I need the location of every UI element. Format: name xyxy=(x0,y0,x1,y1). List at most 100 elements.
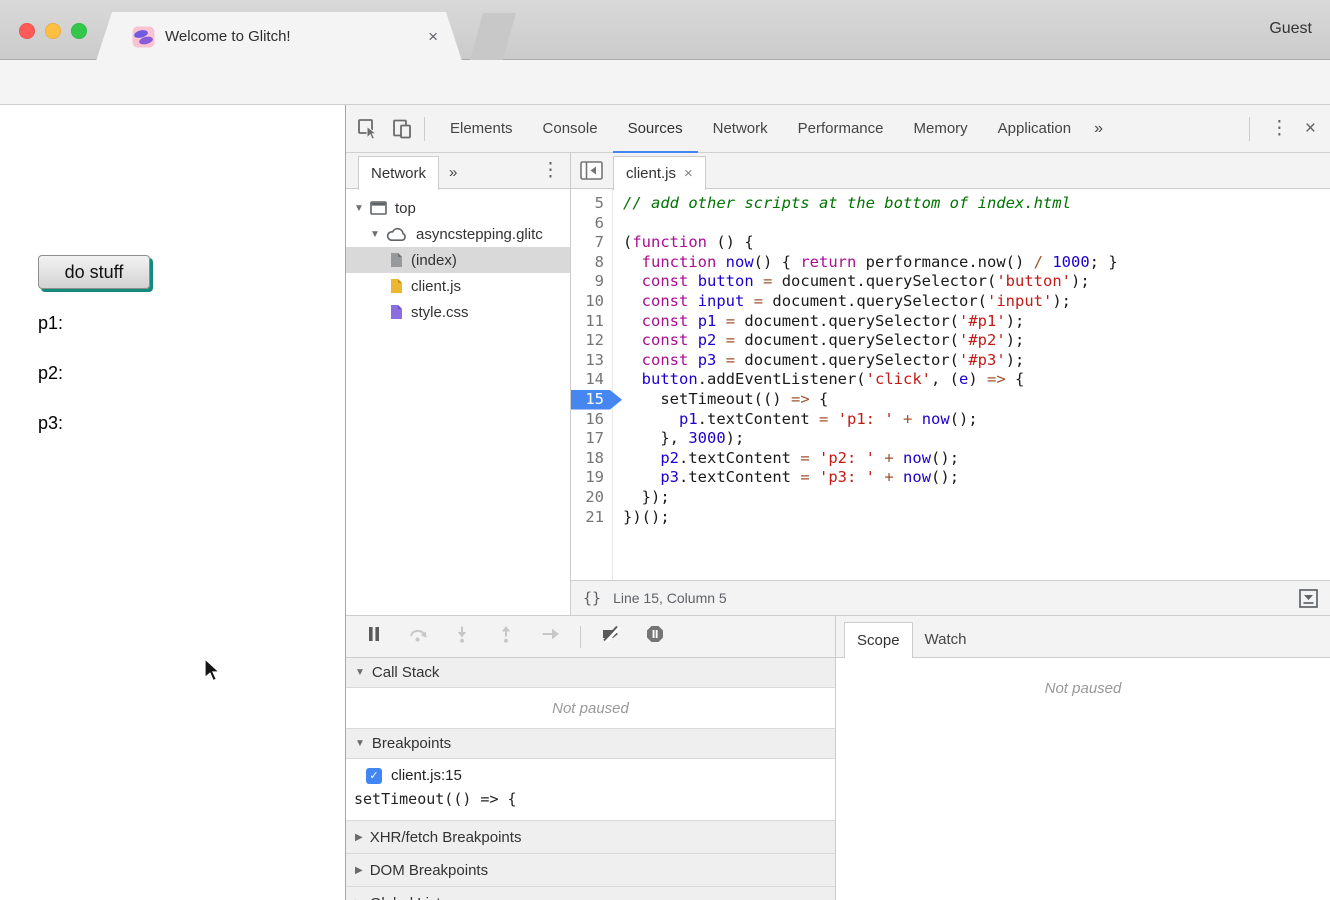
code-token xyxy=(623,449,660,467)
line-number[interactable]: 10 xyxy=(571,292,613,312)
editor-tab-clientjs[interactable]: client.js × xyxy=(613,156,706,190)
devtools-close-icon[interactable]: × xyxy=(1299,118,1330,140)
line-number[interactable]: 21 xyxy=(571,508,613,528)
browser-tab[interactable]: Welcome to Glitch! × xyxy=(96,12,462,61)
section-dom-breakpoints[interactable]: ▶DOM Breakpoints xyxy=(346,854,835,887)
tab-sources[interactable]: Sources xyxy=(613,105,698,153)
code-token xyxy=(623,468,660,486)
editor-tab-close-icon[interactable]: × xyxy=(684,165,693,182)
line-number[interactable]: 12 xyxy=(571,331,613,351)
line-number[interactable]: 5 xyxy=(571,194,613,214)
expander-icon[interactable]: ▼ xyxy=(354,203,370,214)
code-token xyxy=(623,292,642,310)
breakpoint-badge[interactable]: 15 xyxy=(571,390,623,410)
sidebar-tab-network[interactable]: Network xyxy=(358,156,439,190)
breakpoint-entry[interactable]: ✓ client.js:15 setTimeout(() => { xyxy=(346,759,835,821)
file-icon-gray xyxy=(390,252,403,268)
tab-close-icon[interactable]: × xyxy=(428,28,438,45)
line-number[interactable]: 9 xyxy=(571,272,613,292)
code-token xyxy=(1043,253,1052,271)
sources-sidebar: Network » ⋮ ▼top▼asyncstepping.glitc (ind… xyxy=(346,153,571,615)
pane-tab-scope[interactable]: Scope xyxy=(844,622,913,658)
code-token: 'button' xyxy=(996,272,1071,290)
devtools-menu-icon[interactable]: ⋮ xyxy=(1260,117,1299,140)
code-token: document.querySelector( xyxy=(772,272,996,290)
line-number[interactable]: 7 xyxy=(571,233,613,253)
tab-console[interactable]: Console xyxy=(528,105,613,153)
expander-icon[interactable]: ▼ xyxy=(370,229,386,240)
section-label: Breakpoints xyxy=(372,735,451,752)
tree-item-top[interactable]: ▼top xyxy=(346,195,570,221)
code-token: '#p3' xyxy=(959,351,1006,369)
tab-elements[interactable]: Elements xyxy=(435,105,528,153)
code-editor[interactable]: 5// add other scripts at the bottom of i… xyxy=(571,189,1330,580)
traffic-light-minimize[interactable] xyxy=(45,23,61,39)
tab-performance[interactable]: Performance xyxy=(783,105,899,153)
tree-item--index-[interactable]: (index) xyxy=(346,247,570,273)
tree-item-label: (index) xyxy=(411,252,457,269)
section-label: DOM Breakpoints xyxy=(370,862,488,879)
sidebar-menu-icon[interactable]: ⋮ xyxy=(531,159,570,182)
step-icon[interactable] xyxy=(540,624,560,649)
section-global-listeners[interactable]: ▶Global Listeners xyxy=(346,887,835,900)
collapse-sidebar-icon[interactable] xyxy=(580,161,603,185)
code-line-row: 20 }); xyxy=(571,488,1330,508)
inspect-element-icon[interactable] xyxy=(356,117,380,141)
step-out-icon[interactable] xyxy=(496,624,516,649)
code-token: const xyxy=(642,351,689,369)
traffic-light-zoom[interactable] xyxy=(71,23,87,39)
code-token xyxy=(623,312,642,330)
device-toolbar-icon[interactable] xyxy=(390,117,414,141)
step-into-icon[interactable] xyxy=(452,624,472,649)
line-number[interactable]: 20 xyxy=(571,488,613,508)
devtools-tabbar: ElementsConsoleSourcesNetworkPerformance… xyxy=(346,105,1330,153)
line-number[interactable]: 14 xyxy=(571,370,613,390)
code-token: => xyxy=(987,370,1006,388)
line-number[interactable]: 8 xyxy=(571,253,613,273)
line-number[interactable]: 19 xyxy=(571,468,613,488)
breakpoint-checkbox[interactable]: ✓ xyxy=(366,768,382,784)
line-number[interactable]: 16 xyxy=(571,410,613,430)
code-token: const xyxy=(642,272,689,290)
pause-script-icon[interactable] xyxy=(364,624,384,649)
tree-item-asyncstepping-glitc[interactable]: ▼asyncstepping.glitc xyxy=(346,221,570,247)
expand-drawer-icon[interactable] xyxy=(1299,589,1318,608)
code-token: p1 xyxy=(698,312,717,330)
section-call-stack[interactable]: ▼ Call Stack xyxy=(346,658,835,688)
line-number[interactable]: 17 xyxy=(571,429,613,449)
pause-on-exceptions-icon[interactable] xyxy=(645,624,665,649)
traffic-light-close[interactable] xyxy=(19,23,35,39)
tab-application[interactable]: Application xyxy=(983,105,1086,153)
tab-network[interactable]: Network xyxy=(698,105,783,153)
code-token: document.querySelector( xyxy=(735,351,959,369)
code-token: () { xyxy=(707,233,754,251)
deactivate-breakpoints-icon[interactable] xyxy=(601,624,621,649)
line-number[interactable]: 6 xyxy=(571,214,613,234)
tab-memory[interactable]: Memory xyxy=(899,105,983,153)
code-token xyxy=(623,331,642,349)
pane-tab-watch[interactable]: Watch xyxy=(913,622,979,658)
line-number[interactable]: 13 xyxy=(571,351,613,371)
code-token xyxy=(894,410,903,428)
more-tabs-icon[interactable]: » xyxy=(1086,120,1111,138)
step-over-icon[interactable] xyxy=(408,624,428,649)
new-tab-button[interactable] xyxy=(470,13,516,60)
code-token: 'p1: ' xyxy=(838,410,894,428)
code-token xyxy=(688,312,697,330)
scope-message: Not paused xyxy=(836,680,1330,697)
code-line-row: 13 const p3 = document.querySelector('#p… xyxy=(571,351,1330,371)
code-token: + xyxy=(884,449,893,467)
line-number[interactable]: 11 xyxy=(571,312,613,332)
code-line-row: 14 button.addEventListener('click', (e) … xyxy=(571,370,1330,390)
tree-item-client-js[interactable]: client.js xyxy=(346,273,570,299)
section-breakpoints[interactable]: ▼ Breakpoints xyxy=(346,729,835,759)
do-stuff-button[interactable]: do stuff xyxy=(38,255,150,289)
section-xhr-fetch-breakpoints[interactable]: ▶XHR/fetch Breakpoints xyxy=(346,821,835,854)
pretty-print-icon[interactable]: {} xyxy=(583,589,601,607)
line-number[interactable]: 18 xyxy=(571,449,613,469)
code-token: { xyxy=(1006,370,1025,388)
expanded-triangle-icon: ▼ xyxy=(355,738,365,749)
tree-item-style-css[interactable]: style.css xyxy=(346,299,570,325)
code-token: p2 xyxy=(698,331,717,349)
sidebar-overflow-icon[interactable]: » xyxy=(439,156,467,190)
